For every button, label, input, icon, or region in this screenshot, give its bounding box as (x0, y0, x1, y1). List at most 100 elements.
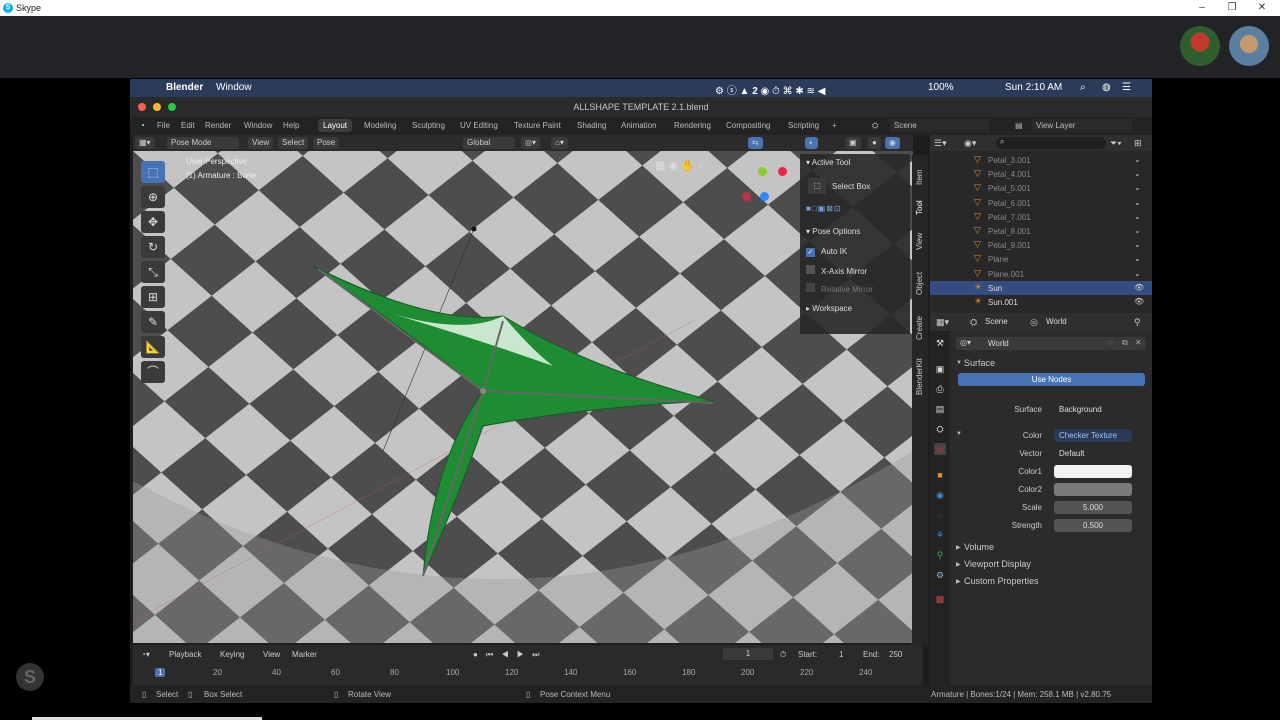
tab-item[interactable]: Item (915, 169, 924, 185)
outliner-row[interactable]: ☀ Sun 👁 (930, 280, 1152, 295)
viewport-display-expand-icon[interactable]: ▶ (956, 561, 961, 568)
outliner-row[interactable]: ☀ Sun.001 👁 (930, 295, 1152, 309)
shading-solid-icon[interactable]: ● (868, 137, 881, 149)
scene-icon[interactable]: ⛭ (872, 121, 878, 131)
camera-icon[interactable]: ◉ (668, 160, 678, 172)
mode-dropdown[interactable]: Pose Mode (167, 137, 239, 149)
filter-icon[interactable]: ⏷▾ (1110, 138, 1122, 149)
tab-rendering[interactable]: Rendering (674, 121, 711, 130)
object-properties-icon[interactable]: ■ (934, 469, 946, 481)
visibility-toggle-icon[interactable]: ⌄ (1134, 155, 1141, 164)
select-box-icon[interactable]: ⬚ (808, 178, 826, 194)
surface-expand-icon[interactable]: ▼ (956, 360, 962, 366)
neg-x-axis-icon[interactable] (742, 192, 751, 201)
rotate-tool-icon[interactable]: ↻ (141, 236, 165, 258)
battery-status[interactable]: 100% (928, 82, 954, 93)
menu-view[interactable]: View (248, 137, 274, 149)
bone-tool-icon[interactable]: ⌒ (141, 361, 165, 383)
tab-modeling[interactable]: Modeling (364, 121, 396, 130)
texture-properties-icon[interactable]: ▩ (934, 593, 946, 605)
custom-properties-section[interactable]: Custom Properties (964, 576, 1039, 586)
strength-field[interactable]: 0.500 (1054, 519, 1132, 532)
visibility-toggle-icon[interactable]: ⌄ (1134, 269, 1141, 278)
color2-swatch[interactable] (1054, 483, 1132, 496)
render-properties-icon[interactable]: ▣ (934, 363, 946, 375)
playback-controls-icons[interactable]: ● ⏮ ◀ ▶ ⏭ (473, 650, 542, 660)
notification-center-icon[interactable]: ☰ (1122, 82, 1131, 93)
particles-properties-icon[interactable]: ◌ (934, 509, 946, 521)
outliner-row[interactable]: ▽ Plane ⌄ (930, 252, 1152, 266)
clock-icon[interactable]: ⏱ (780, 650, 786, 660)
move-tool-icon[interactable]: ✥ (141, 211, 165, 233)
visibility-toggle-icon[interactable]: ⌄ (1134, 226, 1141, 235)
current-frame-field[interactable]: 1 (723, 648, 773, 660)
measure-tool-icon[interactable]: 📐 (141, 336, 165, 358)
menu-window[interactable]: Window (216, 82, 252, 93)
outliner-row[interactable]: ▽ Petal_9.001 ⌄ (930, 238, 1152, 252)
world-selector[interactable]: ◎▾ World ◌ ⧉ ✕ (956, 337, 1146, 350)
breadcrumb-scene[interactable]: Scene (985, 317, 1008, 326)
display-mode-icon[interactable]: ◉▾ (964, 138, 976, 149)
visibility-toggle-icon[interactable]: ⌄ (1134, 212, 1141, 221)
menu-app-name[interactable]: Blender (166, 82, 203, 93)
snap-icon[interactable]: ⌂▾ (551, 137, 568, 149)
fake-user-icon[interactable]: ◌ (1108, 338, 1113, 347)
active-tool-header[interactable]: ▾ Active Tool (806, 158, 850, 167)
constraint-properties-icon[interactable]: ⚲ (934, 549, 946, 561)
menu-keying[interactable]: Keying (220, 650, 244, 659)
custom-properties-expand-icon[interactable]: ▶ (956, 578, 961, 585)
menu-help[interactable]: Help (283, 121, 299, 130)
transform-tool-icon[interactable]: ⊞ (141, 286, 165, 308)
tab-scripting[interactable]: Scripting (788, 121, 819, 130)
unlink-icon[interactable]: ✕ (1135, 338, 1142, 347)
start-frame-field[interactable]: 1 (839, 650, 843, 659)
visibility-toggle-icon[interactable]: ⌄ (1134, 240, 1141, 249)
view-layer-selector[interactable]: View Layer (1032, 119, 1132, 132)
visibility-toggle-icon[interactable]: 👁 (1134, 283, 1144, 292)
viewport-display-section[interactable]: Viewport Display (964, 559, 1031, 569)
outliner-row[interactable]: ▽ Petal_6.001 ⌄ (930, 196, 1152, 210)
tab-view[interactable]: View (915, 233, 924, 250)
surface-section[interactable]: Surface (964, 358, 995, 368)
menu-select[interactable]: Select (278, 137, 309, 149)
outliner-editor-type-icon[interactable]: ☰▾ (934, 138, 947, 149)
tab-layout[interactable]: Layout (318, 119, 353, 132)
duplicate-icon[interactable]: ⧉ (1122, 338, 1128, 348)
z-axis-icon[interactable] (760, 192, 769, 201)
tab-sculpting[interactable]: Sculpting (412, 121, 445, 130)
pivot-icon[interactable]: ◎▾ (521, 137, 540, 149)
menu-marker[interactable]: Marker (292, 650, 317, 659)
auto-ik-checkbox[interactable]: ✓ Auto IK (806, 247, 847, 257)
volume-section[interactable]: Volume (964, 542, 994, 552)
select-mode-icons[interactable]: ■□▣⊠⊡ (806, 204, 842, 213)
menu-edit[interactable]: Edit (181, 121, 195, 130)
visibility-toggle-icon[interactable]: ⌄ (1134, 254, 1141, 263)
outliner-row[interactable]: ▽ Petal_5.001 ⌄ (930, 181, 1152, 195)
pin-icon[interactable]: ⚲ (1134, 317, 1141, 328)
select-box-tool-icon[interactable]: ⬚ (141, 161, 165, 183)
add-workspace-icon[interactable]: + (832, 121, 837, 130)
scale-field[interactable]: 5.000 (1054, 501, 1132, 514)
tab-texture-paint[interactable]: Texture Paint (514, 121, 561, 130)
end-frame-field[interactable]: 250 (889, 650, 902, 659)
tab-shading[interactable]: Shading (577, 121, 606, 130)
overlay-icon[interactable]: ◐ (805, 137, 818, 149)
axis-gizmo[interactable] (738, 165, 788, 205)
gizmo-icon[interactable]: ⇆ (748, 137, 763, 149)
visibility-toggle-icon[interactable]: ⌄ (1134, 169, 1141, 178)
grid-icon[interactable]: ▦ (655, 160, 665, 172)
blender-logo-icon[interactable]: ◔ (140, 121, 145, 130)
relative-mirror-checkbox[interactable]: Relative Mirror (806, 283, 873, 294)
new-collection-icon[interactable]: ⊞ (1134, 138, 1142, 149)
menubar-status-icons[interactable]: ⚙ ⓢ ▲ 2 ◉ ⏱ ⌘ ✱ ≋ ◀ (715, 82, 825, 97)
workspace-header[interactable]: ▸ Workspace (806, 304, 852, 313)
xray-icon[interactable]: ▣ (845, 137, 861, 149)
editor-type-icon[interactable]: ▦▾ (135, 137, 155, 149)
menu-window[interactable]: Window (244, 121, 272, 130)
outliner-row[interactable]: ▽ Petal_3.001 ⌄ (930, 153, 1152, 167)
scene-selector[interactable]: Scene (890, 119, 990, 132)
visibility-toggle-icon[interactable]: ⌄ (1134, 183, 1141, 192)
playhead-frame[interactable]: 1 (155, 668, 166, 677)
view-layer-properties-icon[interactable]: ▤ (934, 403, 946, 415)
world-name[interactable]: World (988, 339, 1009, 348)
